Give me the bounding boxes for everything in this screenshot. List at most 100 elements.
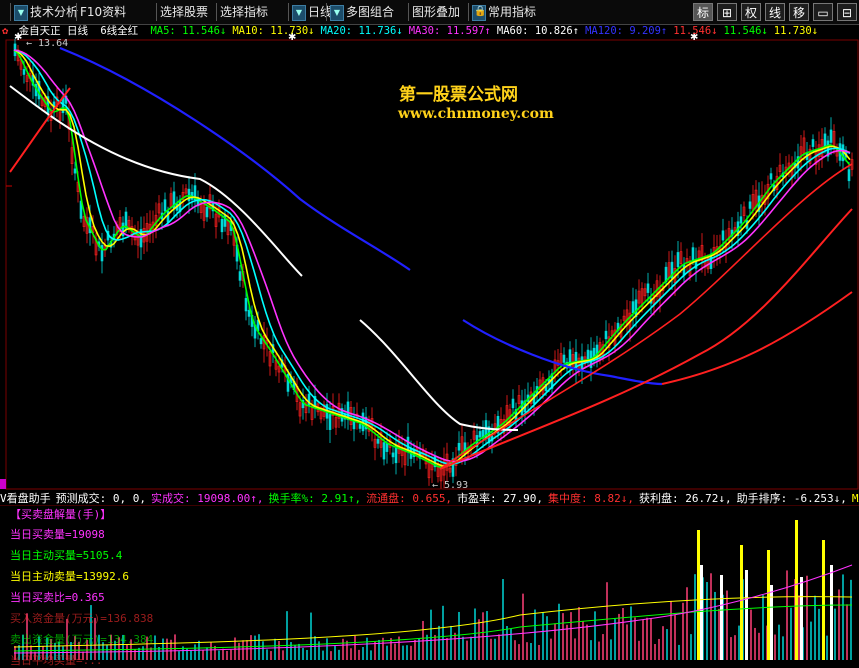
candle-body (562, 354, 566, 363)
toolbar-item-7[interactable]: 常用指标 (488, 3, 536, 21)
volume-bar (362, 647, 364, 660)
volume-bar (670, 600, 672, 660)
ma-legend: ✿ 金自天正 日线 6线全红 MA5: 11.546↓ MA10: 11.730↓… (0, 24, 818, 39)
volume-stat-1: 当日主动买量=5105.4 (10, 549, 123, 562)
volume-bar (758, 632, 760, 660)
toolbar-button-5[interactable]: ▭ (813, 3, 833, 21)
volume-spike (822, 540, 825, 660)
volume-bar (678, 644, 680, 660)
volume-bar (818, 608, 820, 660)
volume-bar (594, 611, 596, 660)
volume-bar (782, 636, 784, 660)
volume-bar (562, 613, 564, 660)
candle-body (391, 452, 395, 458)
volume-bar (590, 640, 592, 660)
candle-body (721, 230, 725, 241)
volume-bar (566, 624, 568, 660)
candle-body (328, 414, 332, 430)
volume-spike (745, 570, 748, 660)
candle-body (376, 438, 380, 444)
volume-bar (506, 625, 508, 660)
volume-bar (530, 643, 532, 660)
candle-body (385, 443, 389, 452)
candle-body (691, 247, 695, 261)
volume-bar (734, 635, 736, 660)
candle-body (220, 218, 224, 233)
volume-bar (690, 634, 692, 660)
volume-bar (438, 625, 440, 660)
volume-bar (810, 621, 812, 660)
volume-header-item-4: 流通盘: 0.655, (366, 492, 453, 505)
toolbar-item-2[interactable]: 选择股票 (160, 3, 208, 21)
toolbar-item-4[interactable]: 日线 (308, 3, 332, 21)
volume-bar (598, 641, 600, 660)
volume-spike (767, 550, 770, 660)
volume-bar (654, 644, 656, 660)
candle-body (205, 206, 209, 218)
toolbar-button-3[interactable]: 线 (765, 3, 785, 21)
menu-arrow-icon[interactable]: ▼ (292, 5, 306, 21)
volume-bar (730, 637, 732, 660)
volume-bar (750, 609, 752, 660)
ma-label-7: 11.546↓ (723, 25, 768, 37)
toolbar-item-3[interactable]: 选择指标 (220, 3, 268, 21)
toolbar-item-5[interactable]: 多图组合 (346, 3, 394, 21)
volume-bar (622, 608, 624, 660)
volume-bar (494, 638, 496, 660)
lock-icon[interactable]: 🔒 (474, 3, 486, 21)
period-label: 日线 (66, 25, 88, 37)
volume-bar (446, 638, 448, 660)
volume-bar (634, 617, 636, 660)
toolbar-button-2[interactable]: 权 (741, 3, 761, 21)
watermark-title: 第一股票公式网 (399, 85, 518, 105)
volume-bar (202, 650, 204, 660)
volume-header-item-5: 市盈率: 27.90, (457, 492, 544, 505)
volume-bar (542, 612, 544, 660)
ma-label-5: MA120: 9.209↑ (585, 25, 668, 37)
volume-bar (314, 636, 316, 660)
volume-stat-2: 当日主动卖量=13992.6 (10, 570, 129, 583)
volume-bar (346, 640, 348, 660)
volume-bar (658, 638, 660, 660)
volume-bar (466, 640, 468, 660)
volume-bar (786, 570, 788, 660)
toolbar-item-1[interactable]: F10资料 (80, 3, 126, 21)
volume-bar (662, 626, 664, 660)
volume-bar (798, 595, 800, 660)
toolbar-item-6[interactable]: 图形叠加 (412, 3, 460, 21)
volume-bar (266, 649, 268, 660)
menu-arrow-icon[interactable]: ▼ (330, 5, 344, 21)
volume-bar (194, 644, 196, 660)
toolbar-item-0[interactable]: 技术分析 (30, 3, 78, 21)
candle-body (586, 349, 590, 360)
volume-header-item-9: MA (851, 492, 859, 505)
toolbar-separator (10, 3, 11, 21)
volume-bar (454, 632, 456, 660)
volume-bar (246, 640, 248, 660)
volume-bar (614, 618, 616, 660)
volume-bar (294, 645, 296, 660)
toolbar-button-6[interactable]: ⊟ (837, 3, 857, 21)
toolbar-button-0[interactable]: 标 (693, 3, 713, 21)
volume-bar (218, 650, 220, 660)
menu-arrow-icon[interactable]: ▼ (14, 5, 28, 21)
volume-header-item-2: 实成交: 19098.00↑, (150, 492, 264, 505)
toolbar-button-1[interactable]: ⊞ (717, 3, 737, 21)
stock-name[interactable]: 金自天正 (19, 25, 61, 37)
volume-bar (226, 650, 228, 660)
volume-header-item-8: 助手排序: -6.253↓, (736, 492, 847, 505)
ma-label-2: MA20: 11.736↓ (320, 25, 403, 37)
volume-bar (470, 636, 472, 660)
candle-body (247, 309, 251, 317)
ma-label-1: MA10: 11.730↓ (232, 25, 315, 37)
volume-bar (686, 587, 688, 660)
volume-bar (450, 625, 452, 660)
candle-body (244, 298, 248, 312)
indicator-name[interactable]: 6线全红 (100, 25, 138, 37)
candle-body (739, 216, 743, 224)
volume-bar (806, 575, 808, 660)
volume-bar (366, 637, 368, 660)
volume-bar (406, 645, 408, 660)
toolbar-button-4[interactable]: 移 (789, 3, 809, 21)
volume-bar (570, 612, 572, 660)
